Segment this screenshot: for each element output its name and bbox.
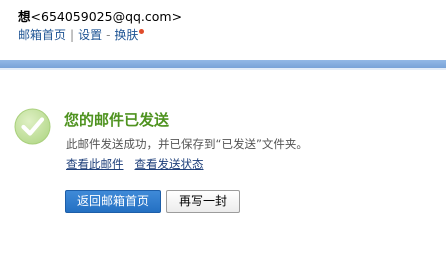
header-bar-shadow — [0, 68, 446, 70]
user-name: 想 — [18, 9, 31, 24]
result-actions: 查看此邮件 查看发送状态 — [66, 157, 204, 171]
change-skin-link[interactable]: 换肤 — [114, 28, 138, 42]
nav-dash: - — [106, 28, 111, 42]
back-to-home-button[interactable]: 返回邮箱首页 — [65, 190, 161, 213]
view-mail-link[interactable]: 查看此邮件 — [66, 157, 124, 171]
nav-divider: | — [70, 28, 75, 42]
settings-link[interactable]: 设置 — [78, 28, 102, 42]
check-circle-icon — [14, 108, 51, 145]
new-indicator-dot — [139, 29, 145, 34]
success-title: 您的邮件已发送 — [64, 111, 170, 129]
write-another-button[interactable]: 再写一封 — [166, 190, 240, 213]
view-send-status-link[interactable]: 查看发送状态 — [135, 157, 204, 171]
success-description: 此邮件发送成功，并已保存到“已发送”文件夹。 — [66, 137, 308, 151]
mailbox-home-link[interactable]: 邮箱首页 — [18, 28, 66, 42]
user-email: <654059025@qq.com> — [30, 9, 183, 24]
header-bar — [0, 60, 446, 68]
header-nav: 邮箱首页 | 设置 - 换肤 — [18, 28, 145, 42]
user-identity: 想<654059025@qq.com> — [18, 9, 182, 25]
